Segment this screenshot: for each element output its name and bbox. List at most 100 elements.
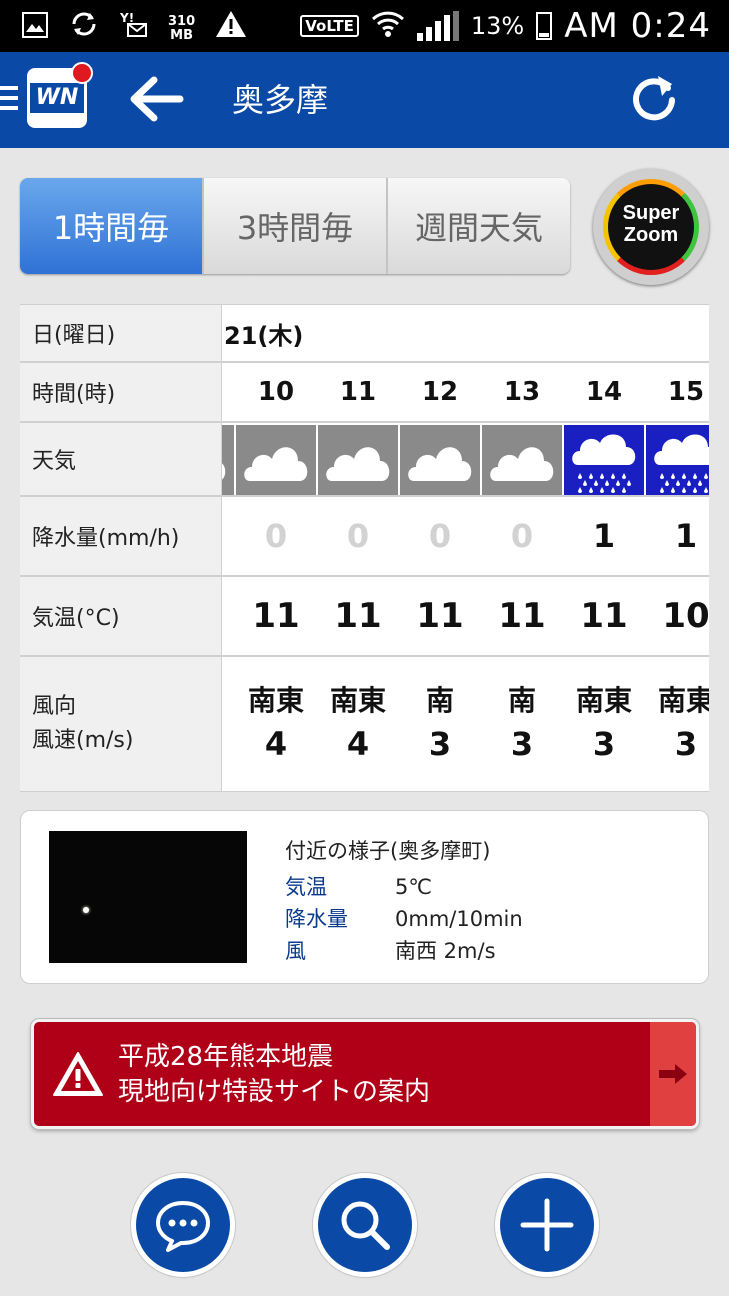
rain-icon bbox=[564, 425, 644, 495]
warning-triangle-icon bbox=[52, 1050, 104, 1098]
precip-value: 0 bbox=[510, 517, 534, 555]
temp-value: 11 bbox=[498, 596, 546, 636]
cloudy-icon bbox=[318, 425, 398, 495]
forecast-table[interactable]: 日(曜日) 21(木) 時間(時) 10 11 12 13 14 15 天気 降… bbox=[20, 304, 709, 792]
temp-value: 11 bbox=[334, 596, 382, 636]
wind-speed: 3 bbox=[592, 725, 616, 763]
label-precip: 降水量(mm/h) bbox=[20, 497, 222, 575]
row-day: 日(曜日) 21(木) bbox=[20, 305, 709, 363]
clock: AM 0:24 bbox=[564, 6, 711, 46]
hour-value: 13 bbox=[503, 377, 541, 407]
nearby-title: 付近の様子(奥多摩町) bbox=[285, 839, 491, 863]
precip-value: 1 bbox=[674, 517, 698, 555]
temp-value: 11 bbox=[252, 596, 300, 636]
precip-cells: 0 0 0 0 1 1 bbox=[222, 497, 709, 575]
data-usage: 310 MB bbox=[168, 13, 196, 43]
super-zoom-button[interactable]: Super Zoom bbox=[593, 169, 709, 285]
wind-speed: 4 bbox=[264, 725, 288, 763]
add-button[interactable] bbox=[500, 1178, 594, 1272]
tab-hourly[interactable]: 1時間毎 bbox=[20, 178, 204, 274]
nearby-row-temp: 気温 5℃ bbox=[285, 871, 432, 901]
wind-direction: 南 bbox=[507, 684, 536, 717]
row-precip: 降水量(mm/h) 0 0 0 0 1 1 bbox=[20, 497, 709, 577]
label-time: 時間(時) bbox=[20, 363, 222, 421]
precip-value: 1 bbox=[592, 517, 616, 555]
status-bar: Y! 310 MB VoLTE 13% AM 0:24 bbox=[0, 0, 729, 52]
search-button[interactable] bbox=[318, 1178, 412, 1272]
nearby-label: 気温 bbox=[285, 875, 327, 899]
signal-icon bbox=[416, 11, 459, 41]
cloudy-icon bbox=[222, 425, 234, 495]
label-wind: 風向 風速(m/s) bbox=[20, 657, 222, 791]
rain-icon bbox=[646, 425, 709, 495]
wind-direction: 南東 bbox=[247, 684, 304, 717]
precip-value: 0 bbox=[428, 517, 452, 555]
nearby-label: 風 bbox=[285, 939, 306, 963]
label-wind-speed: 風速(m/s) bbox=[32, 728, 134, 753]
svg-text:Y!: Y! bbox=[120, 11, 134, 25]
hour-value: 12 bbox=[421, 377, 459, 407]
tab-weekly[interactable]: 週間天気 bbox=[388, 178, 570, 274]
nearby-conditions-card[interactable]: 付近の様子(奥多摩町) 気温 5℃ 降水量 0mm/10min 風 南西 2m/s bbox=[20, 810, 709, 984]
chat-icon bbox=[156, 1201, 210, 1252]
temp-value: 10 bbox=[662, 596, 709, 636]
notification-dot bbox=[71, 62, 93, 84]
super-zoom-label: Super Zoom bbox=[622, 202, 680, 246]
nearby-value: 0mm/10min bbox=[395, 907, 523, 931]
hour-value: 15 bbox=[667, 377, 705, 407]
nearby-row-precip: 降水量 0mm/10min bbox=[285, 903, 523, 933]
menu-icon[interactable] bbox=[0, 86, 18, 116]
row-time: 時間(時) 10 11 12 13 14 15 bbox=[20, 363, 709, 423]
earthquake-alert-banner[interactable]: 平成28年熊本地震 現地向け特設サイトの案内 bbox=[31, 1019, 699, 1129]
temp-cells: 11 11 11 11 11 10 bbox=[222, 577, 709, 655]
weather-cells bbox=[222, 423, 709, 495]
add-icon bbox=[520, 1198, 574, 1252]
battery-percent: 13% bbox=[470, 12, 525, 40]
wind-direction: 南 bbox=[425, 684, 454, 717]
warning-icon bbox=[215, 10, 247, 47]
page-title: 奥多摩 bbox=[232, 81, 329, 119]
nearby-value: 5℃ bbox=[395, 875, 432, 899]
refresh-icon[interactable] bbox=[624, 70, 684, 130]
day-value: 21(木) bbox=[224, 321, 304, 350]
cloudy-icon bbox=[236, 425, 316, 495]
sync-icon bbox=[68, 8, 100, 49]
label-weather: 天気 bbox=[20, 423, 222, 495]
wind-direction: 南東 bbox=[575, 684, 632, 717]
chat-button[interactable] bbox=[136, 1178, 230, 1272]
hour-value: 10 bbox=[257, 377, 295, 407]
search-icon bbox=[341, 1201, 390, 1250]
nearby-label: 降水量 bbox=[285, 907, 348, 931]
gallery-icon bbox=[22, 11, 48, 47]
temp-value: 11 bbox=[416, 596, 464, 636]
logo-text: WN bbox=[30, 83, 84, 113]
back-arrow-icon[interactable] bbox=[126, 74, 186, 124]
hour-value: 14 bbox=[585, 377, 623, 407]
alert-line-2: 現地向け特設サイトの案内 bbox=[118, 1077, 431, 1107]
hour-cells: 10 11 12 13 14 15 bbox=[222, 363, 709, 421]
row-wind: 風向 風速(m/s) 南東 4 南東 4 南 3 南 3 南東 3 南東 3 bbox=[20, 657, 709, 791]
label-temp: 気温(°C) bbox=[20, 577, 222, 655]
wifi-icon bbox=[371, 9, 405, 43]
nearby-value: 南西 2m/s bbox=[395, 939, 496, 963]
cloudy-icon bbox=[482, 425, 562, 495]
wind-cells: 南東 4 南東 4 南 3 南 3 南東 3 南東 3 bbox=[222, 657, 709, 791]
row-weather: 天気 bbox=[20, 423, 709, 497]
wind-direction: 南東 bbox=[329, 684, 386, 717]
tab-3hourly[interactable]: 3時間毎 bbox=[204, 178, 388, 274]
nearby-row-wind: 風 南西 2m/s bbox=[285, 935, 496, 965]
wind-speed: 3 bbox=[674, 725, 698, 763]
wind-direction: 南東 bbox=[657, 684, 709, 717]
wind-speed: 3 bbox=[428, 725, 452, 763]
wind-speed: 4 bbox=[346, 725, 370, 763]
volte-icon: VoLTE bbox=[300, 15, 359, 37]
live-camera-image[interactable] bbox=[49, 831, 247, 963]
alert-arrow-icon bbox=[650, 1022, 696, 1126]
alert-line-1: 平成28年熊本地震 bbox=[118, 1042, 334, 1072]
app-logo[interactable]: WN bbox=[27, 62, 93, 128]
wind-speed: 3 bbox=[510, 725, 534, 763]
hour-value: 11 bbox=[339, 377, 377, 407]
label-wind-direction: 風向 bbox=[32, 694, 77, 719]
mail-icon: Y! bbox=[119, 10, 148, 47]
cloudy-icon bbox=[400, 425, 480, 495]
